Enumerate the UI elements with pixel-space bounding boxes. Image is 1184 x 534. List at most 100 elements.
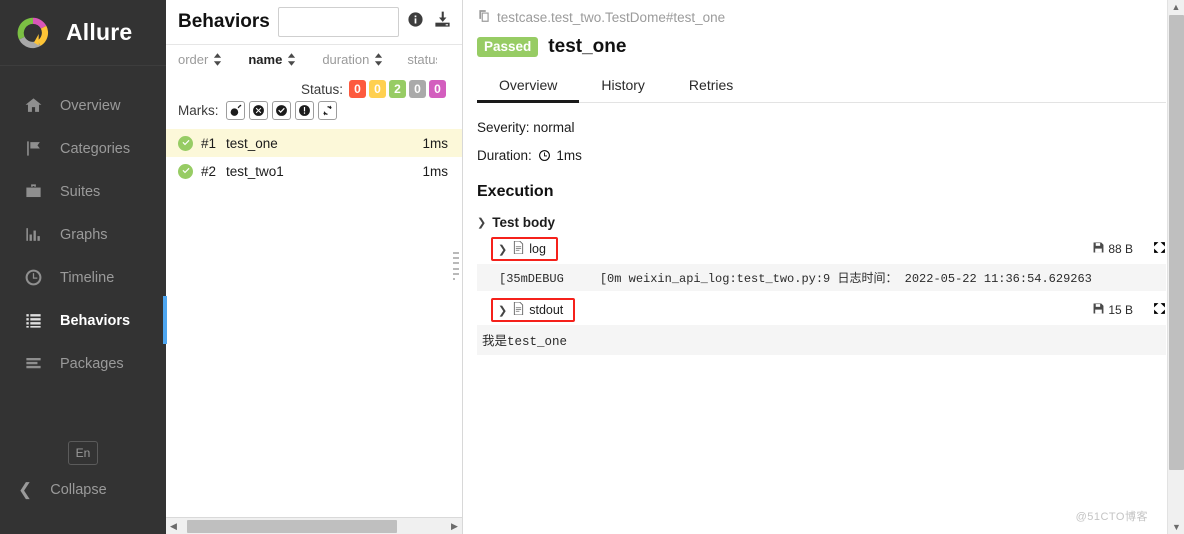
chevron-left-icon: ❮ — [18, 480, 33, 499]
exclamation-circle-icon[interactable] — [294, 101, 314, 120]
filter-block: Status: 0 0 2 0 0 Marks: — [166, 73, 462, 126]
collapse-button[interactable]: ❮ Collapse — [0, 481, 166, 498]
sidebar-item-graphs[interactable]: Graphs — [0, 213, 166, 256]
brand-header: Allure — [0, 0, 166, 66]
test-list: #1 test_one 1ms #2 test_two1 1ms — [166, 129, 462, 185]
sidebar-item-label: Suites — [60, 183, 101, 200]
test-name: test_one — [226, 135, 278, 151]
allure-logo-icon — [14, 14, 52, 52]
scroll-up-arrow-icon[interactable]: ▲ — [1168, 0, 1184, 14]
test-duration: 1ms — [422, 163, 448, 179]
scroll-right-arrow-icon[interactable]: ▶ — [447, 521, 462, 532]
horizontal-scrollbar[interactable]: ◀ ▶ — [166, 517, 462, 534]
test-detail-panel: testcase.test_two.TestDome#test_one Pass… — [463, 0, 1184, 534]
floppy-disk-icon — [1093, 242, 1104, 256]
breadcrumb-text[interactable]: testcase.test_two.TestDome#test_one — [497, 10, 725, 25]
sort-column-order[interactable]: order — [178, 52, 222, 67]
panel-header-icons — [407, 10, 452, 34]
sort-column-status[interactable]: status — [407, 52, 437, 67]
clock-icon — [22, 267, 44, 289]
tab-retries[interactable]: Retries — [667, 71, 755, 102]
status-badge-passed[interactable]: 2 — [389, 80, 406, 98]
vscroll-thumb[interactable] — [1169, 15, 1184, 470]
language-button[interactable]: En — [68, 441, 98, 465]
attachment-size: 88 B — [1093, 242, 1133, 256]
sidebar-footer: En ❮ Collapse — [0, 441, 166, 534]
list-item[interactable]: #1 test_one 1ms — [166, 129, 462, 157]
attachment-toggle-stdout[interactable]: ❯ stdout — [491, 298, 576, 322]
sidebar-item-label: Behaviors — [60, 312, 131, 329]
detail-tabs: Overview History Retries — [477, 71, 1166, 103]
test-order: #1 — [201, 135, 217, 151]
marks-buttons — [225, 101, 337, 120]
status-badge-failed[interactable]: 0 — [349, 80, 366, 98]
bar-chart-icon — [22, 224, 44, 246]
expand-icon[interactable] — [1153, 302, 1166, 318]
copy-icon[interactable] — [477, 9, 491, 26]
sidebar-item-label: Packages — [60, 355, 124, 372]
status-filter-label: Status: — [300, 81, 343, 97]
behaviors-panel: Behaviors order name duration statu Stat… — [166, 0, 463, 534]
download-icon[interactable] — [433, 10, 452, 34]
sidebar-item-timeline[interactable]: Timeline — [0, 256, 166, 299]
status-badge: Passed — [477, 37, 539, 57]
sidebar-item-label: Graphs — [60, 226, 108, 243]
search-input[interactable] — [277, 7, 399, 37]
info-icon[interactable] — [407, 11, 424, 33]
detail-content: testcase.test_two.TestDome#test_one Pass… — [463, 0, 1184, 355]
list-icon — [22, 310, 44, 332]
attachment-size-text: 15 B — [1108, 303, 1133, 317]
sort-label: status — [407, 51, 437, 67]
scroll-down-arrow-icon[interactable]: ▼ — [1168, 522, 1184, 532]
chevron-down-icon: ❯ — [498, 243, 508, 256]
attachment-content-log: [35mDEBUG [0m weixin_api_log:test_two.py… — [477, 264, 1166, 291]
sidebar-item-suites[interactable]: Suites — [0, 170, 166, 213]
retry-icon[interactable] — [317, 101, 337, 120]
sort-column-name[interactable]: name — [248, 52, 296, 67]
vertical-scrollbar[interactable]: ▲ ▼ — [1167, 0, 1184, 534]
hscroll-thumb[interactable] — [187, 519, 397, 533]
sort-arrows-icon — [213, 52, 222, 66]
tab-history[interactable]: History — [579, 71, 667, 102]
bomb-icon[interactable] — [225, 101, 245, 120]
sidebar-item-label: Overview — [60, 97, 121, 114]
active-nav-indicator — [163, 296, 167, 344]
status-badge-broken[interactable]: 0 — [369, 80, 386, 98]
test-name: test_two1 — [226, 163, 284, 179]
attachment-content-stdout: 我是test_one — [477, 325, 1166, 355]
expand-icon[interactable] — [1153, 241, 1166, 257]
list-item[interactable]: #2 test_two1 1ms — [166, 157, 462, 185]
sort-label: duration — [322, 51, 370, 67]
briefcase-icon — [22, 181, 44, 203]
sidebar-item-packages[interactable]: Packages — [0, 342, 166, 385]
floppy-disk-icon — [1093, 303, 1104, 317]
status-badge-unknown[interactable]: 0 — [429, 80, 446, 98]
sidebar-item-label: Categories — [60, 140, 131, 157]
sidebar-item-behaviors[interactable]: Behaviors — [0, 299, 166, 342]
chevron-down-icon: ❯ — [477, 217, 487, 229]
test-body-label: Test body — [492, 215, 555, 230]
attachment-name: stdout — [529, 303, 564, 317]
tab-overview[interactable]: Overview — [477, 71, 580, 103]
hscroll-track[interactable] — [181, 519, 447, 533]
layers-icon — [22, 353, 44, 375]
sort-bar: order name duration status — [166, 45, 462, 73]
status-badge-skipped[interactable]: 0 — [409, 80, 426, 98]
clock-icon — [538, 149, 551, 165]
flag-icon — [22, 138, 44, 160]
scroll-left-arrow-icon[interactable]: ◀ — [166, 521, 181, 532]
panel-resize-handle[interactable] — [453, 252, 460, 280]
page-title: Behaviors — [178, 11, 270, 32]
status-filter-row: Status: 0 0 2 0 0 — [178, 80, 454, 98]
check-circle-icon[interactable] — [271, 101, 291, 120]
attachment-size-text: 88 B — [1108, 242, 1133, 256]
sidebar-item-categories[interactable]: Categories — [0, 127, 166, 170]
sort-column-duration[interactable]: duration — [322, 52, 383, 67]
sidebar-nav: Overview Categories Suites Graphs Timeli… — [0, 84, 166, 385]
test-body-toggle[interactable]: ❯ Test body — [477, 215, 1166, 230]
breadcrumb: testcase.test_two.TestDome#test_one — [477, 0, 1166, 26]
allure-report-app: Allure Overview Categories Suites Graphs… — [0, 0, 1184, 534]
attachment-toggle-log[interactable]: ❯ log — [491, 237, 558, 261]
x-circle-icon[interactable] — [248, 101, 268, 120]
sidebar-item-overview[interactable]: Overview — [0, 84, 166, 127]
